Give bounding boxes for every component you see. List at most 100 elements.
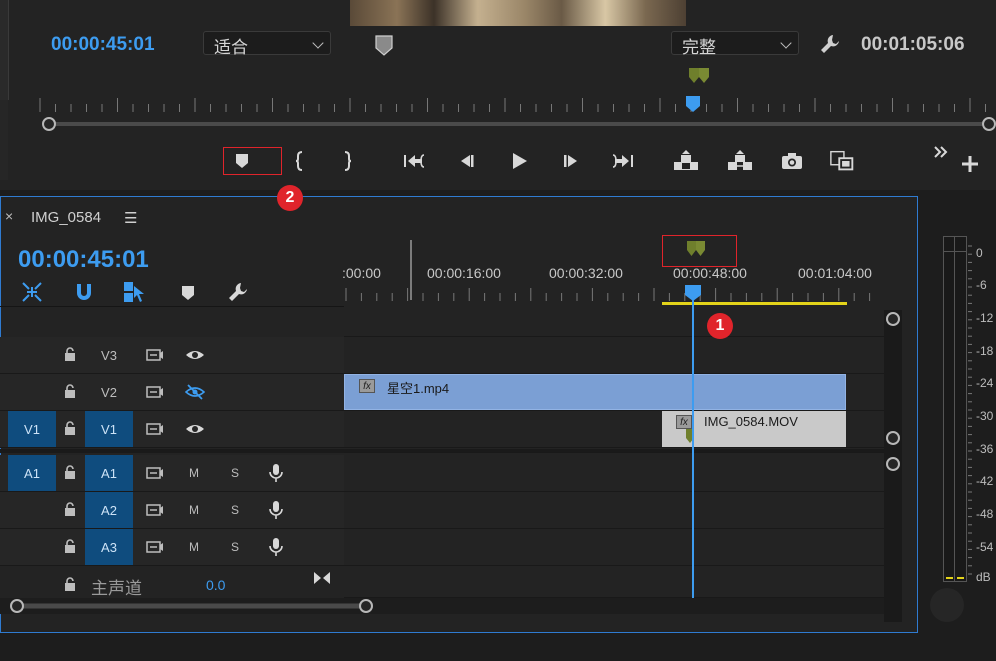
timeline-timecode[interactable]: 00:00:45:01 xyxy=(18,246,149,274)
add-marker-button[interactable] xyxy=(228,148,256,174)
eye-hidden-icon[interactable] xyxy=(185,384,205,400)
microphone-icon[interactable] xyxy=(268,537,284,557)
go-to-in-button[interactable] xyxy=(400,148,428,174)
vscroll-handle-audio[interactable] xyxy=(886,457,900,471)
wrench-icon[interactable] xyxy=(818,32,842,56)
timeline-marker-icon[interactable] xyxy=(685,240,709,260)
scroll-handle-left[interactable] xyxy=(42,117,56,131)
camera-icon[interactable] xyxy=(778,148,806,174)
marker-icon[interactable] xyxy=(687,66,713,86)
lock-icon[interactable] xyxy=(63,501,77,517)
monitor-zoom-scrollbar[interactable] xyxy=(42,117,996,131)
step-back-button[interactable] xyxy=(452,148,480,174)
source-patch-a1[interactable]: A1 xyxy=(8,455,56,491)
source-patch-v1[interactable]: V1 xyxy=(8,411,56,447)
track-target-a1[interactable]: A1 xyxy=(85,455,133,491)
track-target-v2[interactable]: V2 xyxy=(85,374,133,410)
video-preview xyxy=(350,0,686,26)
current-timecode[interactable]: 00:00:45:01 xyxy=(51,34,155,56)
solo-button[interactable]: S xyxy=(231,529,239,565)
sync-lock-icon[interactable] xyxy=(146,465,164,481)
solo-button[interactable]: S xyxy=(231,455,239,491)
sync-lock-icon[interactable] xyxy=(146,502,164,518)
video-audio-divider[interactable] xyxy=(0,449,344,453)
lock-icon[interactable] xyxy=(63,420,77,436)
clip-name: IMG_0584.MOV xyxy=(704,414,798,429)
clip-name: 星空1.mp4 xyxy=(387,381,450,396)
sync-lock-icon[interactable] xyxy=(146,347,164,363)
duration-timecode: 00:01:05:06 xyxy=(861,34,965,55)
microphone-icon[interactable] xyxy=(268,500,284,520)
scroll-handle-right[interactable] xyxy=(982,117,996,131)
track-target-a2[interactable]: A2 xyxy=(85,492,133,528)
mute-button[interactable]: M xyxy=(189,529,199,565)
track-lane-master[interactable] xyxy=(344,566,884,598)
ruler-label: 00:00:32:00 xyxy=(549,265,623,281)
sequence-tab-title[interactable]: IMG_0584 xyxy=(31,209,101,226)
track-lane-a1[interactable] xyxy=(344,455,884,492)
fx-badge: fx xyxy=(359,379,375,393)
sync-lock-icon[interactable] xyxy=(146,539,164,555)
linked-selection-icon[interactable] xyxy=(122,280,146,304)
step-forward-button[interactable] xyxy=(557,148,585,174)
comparison-view-button[interactable] xyxy=(829,148,857,174)
mute-button[interactable]: M xyxy=(189,492,199,528)
go-to-end-icon[interactable] xyxy=(313,571,331,585)
hscroll-handle-left[interactable] xyxy=(10,599,24,613)
microphone-icon[interactable] xyxy=(268,463,284,483)
work-area-bar[interactable] xyxy=(662,302,847,305)
panel-menu-icon[interactable]: ☰ xyxy=(124,209,137,227)
solo-button[interactable]: S xyxy=(231,492,239,528)
track-lane-v3[interactable] xyxy=(344,337,884,374)
master-volume-value[interactable]: 0.0 xyxy=(206,577,225,593)
extract-button[interactable] xyxy=(726,148,754,174)
clip-star[interactable]: fx 星空1.mp4 xyxy=(344,374,846,410)
lock-icon[interactable] xyxy=(63,576,77,592)
close-icon[interactable]: × xyxy=(5,208,13,224)
lock-icon[interactable] xyxy=(63,538,77,554)
track-lane-a3[interactable] xyxy=(344,529,884,566)
lift-button[interactable] xyxy=(672,148,700,174)
eye-icon[interactable] xyxy=(185,421,205,437)
zoom-fit-dropdown[interactable]: 适合 xyxy=(203,31,331,57)
ruler-label: 00:01:04:00 xyxy=(798,265,872,281)
add-marker-icon[interactable] xyxy=(176,280,200,304)
mark-in-button[interactable] xyxy=(286,148,314,174)
play-button[interactable] xyxy=(505,148,533,174)
sync-lock-icon[interactable] xyxy=(146,384,164,400)
track-target-v3[interactable]: V3 xyxy=(85,337,133,373)
lock-icon[interactable] xyxy=(63,346,77,362)
playback-resolution-dropdown[interactable]: 完整 xyxy=(671,31,799,57)
plus-icon[interactable] xyxy=(960,154,980,174)
playhead-icon[interactable] xyxy=(684,94,702,114)
track-lane-top[interactable] xyxy=(344,306,884,337)
playhead-line[interactable] xyxy=(692,300,694,598)
vscroll-handle-mid[interactable] xyxy=(886,431,900,445)
go-to-out-button[interactable] xyxy=(609,148,637,174)
track-target-a3[interactable]: A3 xyxy=(85,529,133,565)
hscroll-handle-right[interactable] xyxy=(359,599,373,613)
vscroll-handle-top[interactable] xyxy=(886,312,900,326)
eye-icon[interactable] xyxy=(185,347,205,363)
sync-lock-icon[interactable] xyxy=(146,421,164,437)
more-controls-icon[interactable] xyxy=(932,144,950,160)
lock-icon[interactable] xyxy=(63,464,77,480)
monitor-time-ruler[interactable] xyxy=(38,96,996,114)
track-target-v1[interactable]: V1 xyxy=(85,411,133,447)
wrench-icon[interactable] xyxy=(226,280,250,304)
horizontal-scrollbar[interactable] xyxy=(10,599,373,613)
mute-button[interactable]: M xyxy=(189,455,199,491)
playhead-icon[interactable] xyxy=(684,284,702,302)
db-label: 0 xyxy=(976,246,983,260)
mark-out-button[interactable] xyxy=(333,148,361,174)
track-lane-a2[interactable] xyxy=(344,492,884,529)
lock-icon[interactable] xyxy=(63,383,77,399)
zoom-fit-value: 适合 xyxy=(214,38,248,57)
ruler-label: 00:00:16:00 xyxy=(427,265,501,281)
track-header-v2: V2 xyxy=(0,374,344,411)
nest-sequence-icon[interactable] xyxy=(20,280,44,304)
annotation-badge-1: 1 xyxy=(707,313,733,339)
db-label: -18 xyxy=(976,344,994,358)
meter-solo-button[interactable] xyxy=(930,588,964,622)
snap-magnet-icon[interactable] xyxy=(72,280,96,304)
